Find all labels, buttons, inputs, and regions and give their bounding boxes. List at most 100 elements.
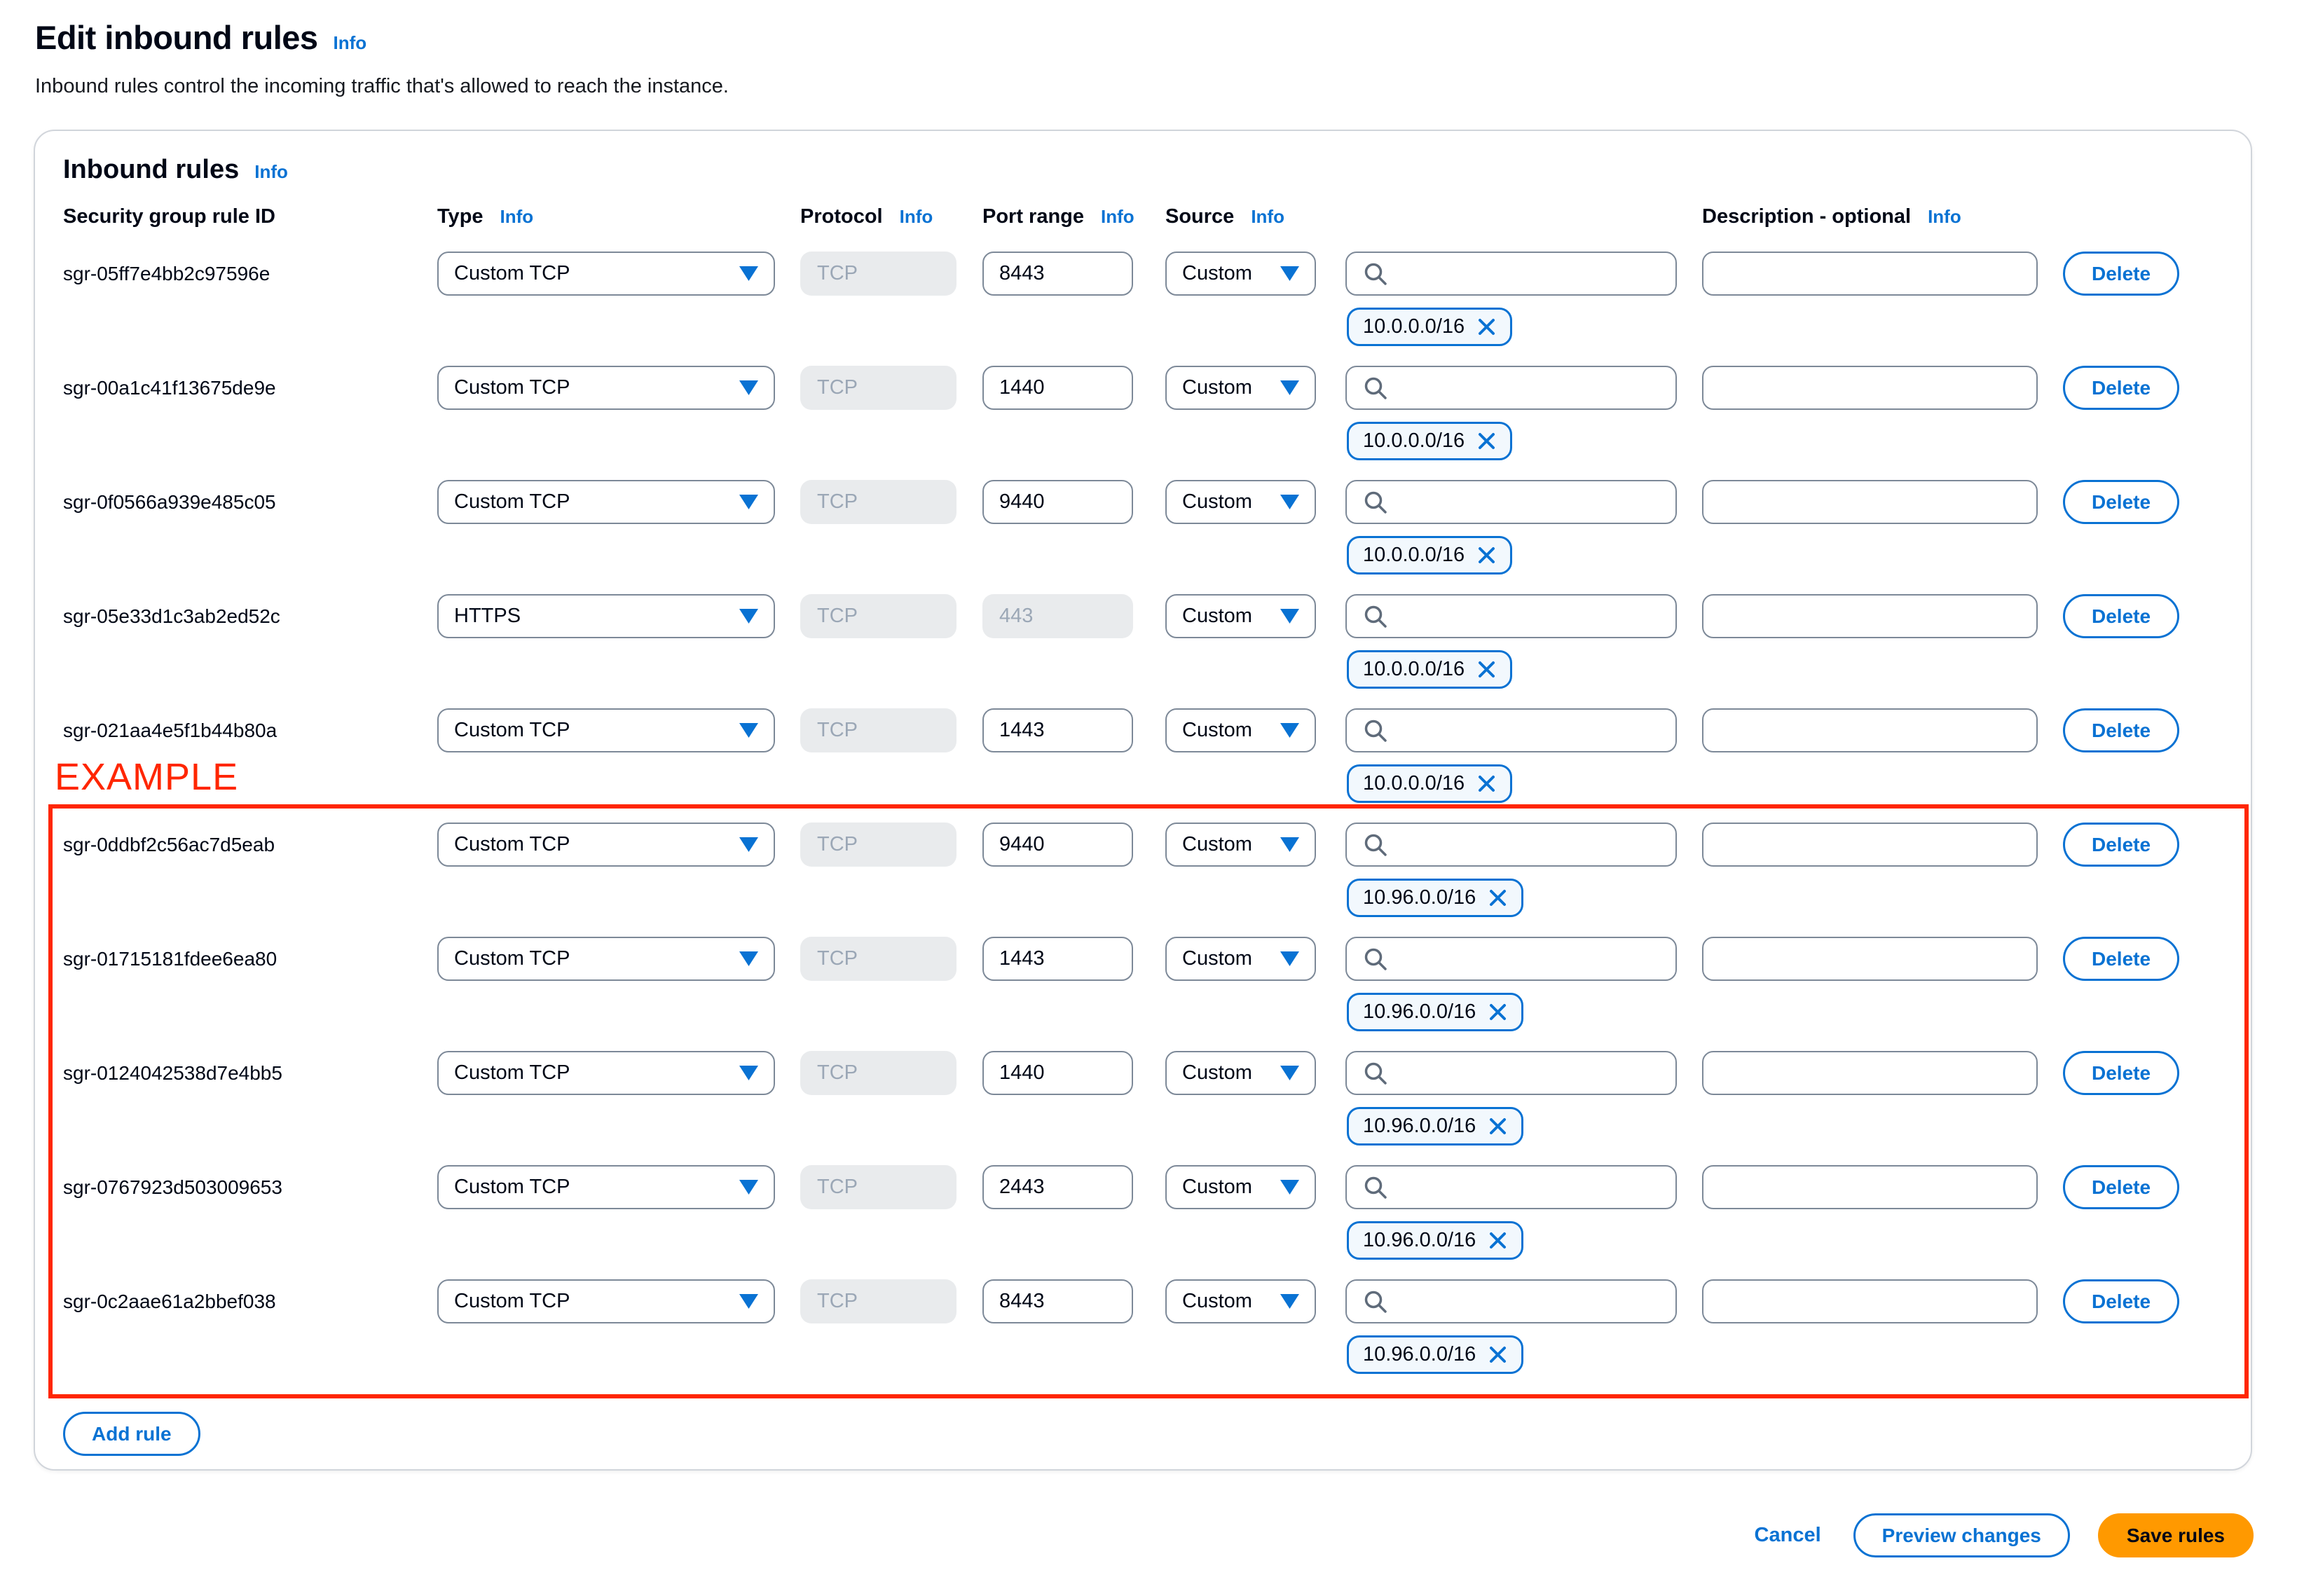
source-search-input[interactable] — [1345, 937, 1677, 981]
panel-info-link[interactable]: Info — [254, 161, 288, 183]
column-headers: Security group rule ID Type Info Protoco… — [63, 205, 2221, 236]
delete-button[interactable]: Delete — [2063, 366, 2180, 410]
description-input[interactable] — [1702, 480, 2038, 524]
type-select[interactable]: Custom TCP — [437, 708, 775, 752]
port-range-input[interactable]: 9440 — [982, 823, 1133, 867]
search-icon — [1362, 1174, 1389, 1201]
page-info-link[interactable]: Info — [334, 32, 367, 54]
type-select-value: Custom TCP — [454, 1176, 570, 1198]
port-range-input[interactable]: 2443 — [982, 1165, 1133, 1209]
delete-button[interactable]: Delete — [2063, 1279, 2180, 1323]
delete-button[interactable]: Delete — [2063, 937, 2180, 981]
source-select[interactable]: Custom — [1165, 480, 1316, 524]
source-select-value: Custom — [1182, 1290, 1252, 1312]
page-title: Edit inbound rules — [35, 19, 318, 56]
delete-button[interactable]: Delete — [2063, 594, 2180, 638]
description-input[interactable] — [1702, 1051, 2038, 1095]
description-input[interactable] — [1702, 366, 2038, 410]
remove-cidr-icon[interactable] — [1477, 546, 1496, 565]
type-select[interactable]: Custom TCP — [437, 1165, 775, 1209]
type-select[interactable]: Custom TCP — [437, 937, 775, 981]
protocol-info-link[interactable]: Info — [900, 206, 933, 228]
protocol-field: TCP — [800, 823, 956, 867]
rule-row: sgr-0c2aae61a2bbef038 Custom TCP TCP 844… — [63, 1279, 2221, 1374]
source-search-input[interactable] — [1345, 708, 1677, 752]
source-select[interactable]: Custom — [1165, 823, 1316, 867]
type-select[interactable]: Custom TCP — [437, 252, 775, 296]
remove-cidr-icon[interactable] — [1488, 1345, 1507, 1364]
type-info-link[interactable]: Info — [500, 206, 534, 228]
rule-id: sgr-01715181fdee6ea80 — [63, 948, 277, 970]
source-search-input[interactable] — [1345, 594, 1677, 638]
description-input[interactable] — [1702, 594, 2038, 638]
type-select[interactable]: Custom TCP — [437, 1051, 775, 1095]
type-select-value: HTTPS — [454, 605, 521, 627]
remove-cidr-icon[interactable] — [1477, 774, 1496, 793]
remove-cidr-icon[interactable] — [1488, 1003, 1507, 1021]
source-select[interactable]: Custom — [1165, 1051, 1316, 1095]
source-select[interactable]: Custom — [1165, 1165, 1316, 1209]
rules-rows: sgr-05ff7e4bb2c97596e Custom TCP TCP 844… — [63, 252, 2221, 1394]
source-info-link[interactable]: Info — [1251, 206, 1284, 228]
port-range-input[interactable]: 8443 — [982, 1279, 1133, 1323]
port-range-input[interactable]: 8443 — [982, 252, 1133, 296]
delete-button[interactable]: Delete — [2063, 823, 2180, 867]
port-range-input[interactable]: 1440 — [982, 1051, 1133, 1095]
type-select[interactable]: Custom TCP — [437, 480, 775, 524]
chevron-down-icon — [739, 1180, 758, 1195]
description-input[interactable] — [1702, 937, 2038, 981]
remove-cidr-icon[interactable] — [1488, 888, 1507, 907]
description-input[interactable] — [1702, 1279, 2038, 1323]
description-input[interactable] — [1702, 252, 2038, 296]
delete-button[interactable]: Delete — [2063, 708, 2180, 752]
source-search-input[interactable] — [1345, 366, 1677, 410]
rule-row: sgr-021aa4e5f1b44b80a Custom TCP TCP 144… — [63, 708, 2221, 803]
source-select[interactable]: Custom — [1165, 1279, 1316, 1323]
source-search-input[interactable] — [1345, 252, 1677, 296]
delete-button[interactable]: Delete — [2063, 252, 2180, 296]
type-select[interactable]: Custom TCP — [437, 366, 775, 410]
description-input[interactable] — [1702, 708, 2038, 752]
source-search-input[interactable] — [1345, 1165, 1677, 1209]
protocol-field: TCP — [800, 366, 956, 410]
delete-button[interactable]: Delete — [2063, 1051, 2180, 1095]
rule-id: sgr-021aa4e5f1b44b80a — [63, 720, 277, 741]
source-select[interactable]: Custom — [1165, 708, 1316, 752]
preview-changes-button[interactable]: Preview changes — [1853, 1513, 2070, 1557]
chevron-down-icon — [739, 609, 758, 624]
source-search-input[interactable] — [1345, 1279, 1677, 1323]
delete-button[interactable]: Delete — [2063, 480, 2180, 524]
remove-cidr-icon[interactable] — [1488, 1231, 1507, 1250]
save-rules-button[interactable]: Save rules — [2097, 1513, 2254, 1557]
description-input[interactable] — [1702, 1165, 2038, 1209]
chevron-down-icon — [1280, 495, 1299, 509]
add-rule-button[interactable]: Add rule — [63, 1412, 200, 1456]
source-select[interactable]: Custom — [1165, 594, 1316, 638]
source-search-input[interactable] — [1345, 1051, 1677, 1095]
remove-cidr-icon[interactable] — [1488, 1117, 1507, 1136]
source-select[interactable]: Custom — [1165, 937, 1316, 981]
port-range-info-link[interactable]: Info — [1101, 206, 1134, 228]
description-info-link[interactable]: Info — [1928, 206, 1961, 228]
type-select-value: Custom TCP — [454, 833, 570, 855]
port-range-input[interactable]: 9440 — [982, 480, 1133, 524]
type-select[interactable]: Custom TCP — [437, 823, 775, 867]
remove-cidr-icon[interactable] — [1477, 317, 1496, 336]
remove-cidr-icon[interactable] — [1477, 432, 1496, 450]
source-select[interactable]: Custom — [1165, 366, 1316, 410]
source-select[interactable]: Custom — [1165, 252, 1316, 296]
description-input[interactable] — [1702, 823, 2038, 867]
cancel-button[interactable]: Cancel — [1750, 1523, 1825, 1548]
chevron-down-icon — [1280, 1180, 1299, 1195]
source-select-value: Custom — [1182, 947, 1252, 970]
source-search-input[interactable] — [1345, 823, 1677, 867]
type-select[interactable]: HTTPS — [437, 594, 775, 638]
type-select[interactable]: Custom TCP — [437, 1279, 775, 1323]
chevron-down-icon — [1280, 266, 1299, 281]
source-search-input[interactable] — [1345, 480, 1677, 524]
port-range-input[interactable]: 1440 — [982, 366, 1133, 410]
port-range-input[interactable]: 1443 — [982, 708, 1133, 752]
remove-cidr-icon[interactable] — [1477, 660, 1496, 679]
delete-button[interactable]: Delete — [2063, 1165, 2180, 1209]
port-range-input[interactable]: 1443 — [982, 937, 1133, 981]
